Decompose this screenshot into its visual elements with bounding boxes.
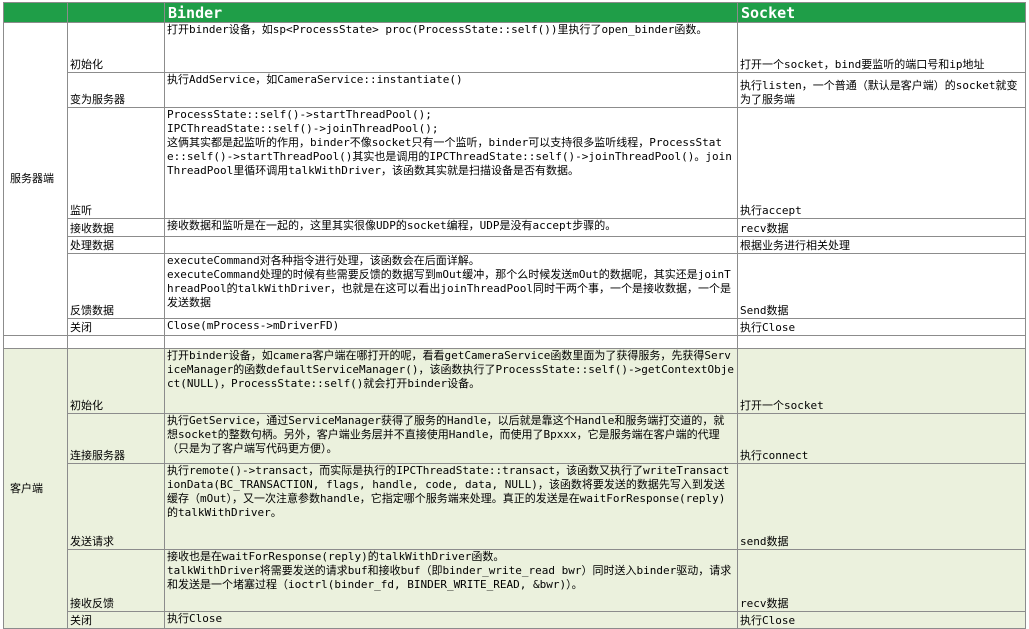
socket-cell: recv数据 — [737, 218, 1026, 237]
binder-text: 执行remote()->transact，而实际是执行的IPCThreadSta… — [167, 464, 730, 520]
step-label: 发送请求 — [67, 463, 165, 550]
step-label: 监听 — [67, 107, 165, 219]
header-socket: Socket — [737, 2, 1026, 23]
server-row: 服务器端 初始化 打开binder设备，如sp<ProcessState> proc… — [3, 22, 1026, 336]
socket-cell: Send数据 — [737, 253, 1026, 319]
socket-cell: 打开一个socket — [737, 348, 1026, 414]
binder-text: executeCommand对各种指令进行处理，该函数会在后面详解。 — [167, 254, 480, 268]
header-binder: Binder — [164, 2, 738, 23]
socket-cell: 根据业务进行相关处理 — [737, 236, 1026, 254]
step-label: 关闭 — [67, 611, 165, 629]
binder-text: 执行Close — [167, 612, 223, 626]
binder-text: talkWithDriver将需要发送的请求buf和接收buf（即binder_… — [167, 564, 732, 591]
binder-cell: 打开binder设备，如camera客户端在哪打开的呢，看看getCameraS… — [164, 348, 738, 414]
socket-cell: 执行Close — [737, 611, 1026, 629]
socket-cell: 执行accept — [737, 107, 1026, 219]
socket-cell: 执行connect — [737, 413, 1026, 464]
socket-cell: 打开一个socket，bind要监听的端口号和ip地址 — [737, 22, 1026, 73]
binder-text: IPCThreadState::self()->joinThreadPool()… — [167, 122, 439, 135]
binder-text: ProcessState::self()->startThreadPool(); — [167, 108, 432, 122]
binder-cell: executeCommand对各种指令进行处理，该函数会在后面详解。 execut… — [164, 253, 738, 319]
step-label: 反馈数据 — [67, 253, 165, 319]
binder-cell: 执行remote()->transact，而实际是执行的IPCThreadSta… — [164, 463, 738, 550]
step-label: 处理数据 — [67, 236, 165, 254]
socket-cell: 执行Close — [737, 318, 1026, 336]
client-row: 连接服务器 执行GetService，通过ServiceManager获得了服务的… — [4, 413, 1026, 464]
client-row: 客户端 初始化 打开binder设备，如camera客户端在哪打开的呢，看看getC… — [3, 348, 1026, 629]
binder-text: 接收数据和监听是在一起的，这里其实很像UDP的socket编程，UDP是没有ac… — [167, 219, 617, 233]
socket-cell: send数据 — [737, 463, 1026, 550]
server-row: 监听 ProcessState::self()->startThreadPool(… — [4, 107, 1026, 219]
binder-cell: 执行GetService，通过ServiceManager获得了服务的Handl… — [164, 413, 738, 464]
socket-cell: recv数据 — [737, 549, 1026, 612]
header-row: Binder Socket — [3, 2, 1026, 23]
binder-cell: ProcessState::self()->startThreadPool();… — [164, 107, 738, 219]
step-label: 连接服务器 — [67, 413, 165, 464]
binder-cell: 执行AddService，如CameraService::instantiate… — [164, 72, 738, 108]
spacer-cell — [3, 335, 68, 349]
step-label: 初始化 — [67, 22, 165, 73]
spacer-cell — [67, 335, 165, 349]
spacer-row — [3, 335, 1026, 349]
spacer-cell — [164, 335, 738, 349]
client-section-label: 客户端 — [3, 348, 68, 629]
step-label: 接收数据 — [67, 218, 165, 237]
header-corner-cell — [3, 2, 68, 23]
binder-cell: 接收数据和监听是在一起的，这里其实很像UDP的socket编程，UDP是没有ac… — [164, 218, 738, 237]
client-row: 关闭 执行Close 执行Close — [4, 611, 1026, 629]
client-row: 发送请求 执行remote()->transact，而实际是执行的IPCThrea… — [4, 463, 1026, 550]
comparison-table: Binder Socket 服务器端 初始化 打开binder设备，如sp<Proc… — [3, 2, 1026, 629]
client-row: 接收反馈 接收也是在waitForResponse(reply)的talkWith… — [4, 549, 1026, 612]
binder-cell — [164, 236, 738, 254]
binder-text: 打开binder设备，如camera客户端在哪打开的呢，看看getCameraS… — [167, 349, 734, 391]
step-label: 初始化 — [67, 348, 165, 414]
server-section-label: 服务器端 — [3, 22, 68, 336]
spacer-cell — [737, 335, 1026, 349]
binder-cell: 接收也是在waitForResponse(reply)的talkWithDriv… — [164, 549, 738, 612]
socket-cell: 执行listen，一个普通（默认是客户端）的socket就变为了服务端 — [737, 72, 1026, 108]
binder-cell: Close(mProcess->mDriverFD) — [164, 318, 738, 336]
binder-text: 执行GetService，通过ServiceManager获得了服务的Handl… — [167, 414, 725, 456]
step-label: 变为服务器 — [67, 72, 165, 108]
server-row: 处理数据 根据业务进行相关处理 — [4, 236, 1026, 254]
step-label: 关闭 — [67, 318, 165, 336]
server-row: 变为服务器 执行AddService，如CameraService::instan… — [4, 72, 1026, 108]
server-row: 接收数据 接收数据和监听是在一起的，这里其实很像UDP的socket编程，UDP是… — [4, 218, 1026, 237]
binder-text: 打开binder设备，如sp<ProcessState> proc(Proces… — [167, 23, 708, 37]
step-label: 接收反馈 — [67, 549, 165, 612]
header-step-cell — [67, 2, 165, 23]
binder-text: executeCommand处理的时候有些需要反馈的数据写到mOut缓冲，那个么… — [167, 268, 732, 309]
binder-text: 执行AddService，如CameraService::instantiate… — [167, 73, 463, 87]
server-row: 关闭 Close(mProcess->mDriverFD) 执行Close — [4, 318, 1026, 336]
binder-text: 这俩其实都是起监听的作用，binder不像socket只有一个监听，binder… — [167, 136, 732, 177]
binder-cell: 执行Close — [164, 611, 738, 629]
binder-cell: 打开binder设备，如sp<ProcessState> proc(Proces… — [164, 22, 738, 73]
binder-text: Close(mProcess->mDriverFD) — [167, 319, 340, 333]
server-row: 反馈数据 executeCommand对各种指令进行处理，该函数会在后面详解。 ex… — [4, 253, 1026, 319]
binder-text: 接收也是在waitForResponse(reply)的talkWithDriv… — [167, 550, 505, 564]
